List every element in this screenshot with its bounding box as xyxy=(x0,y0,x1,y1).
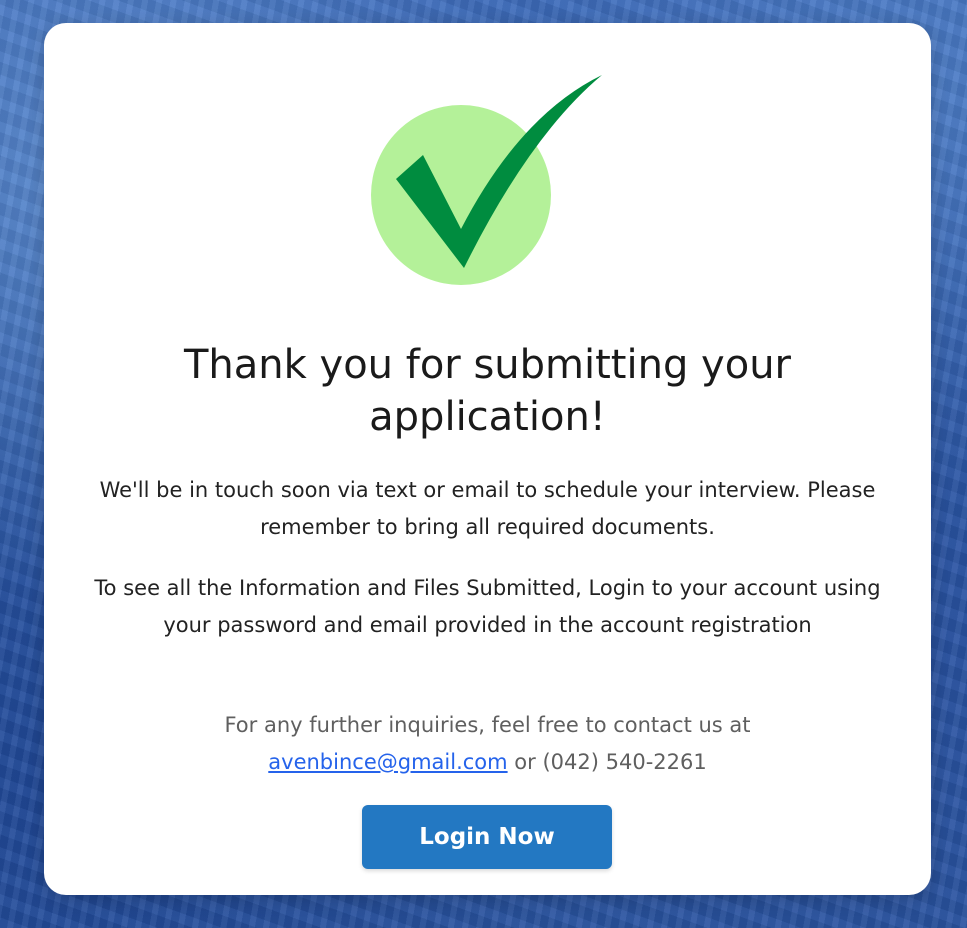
page-title: Thank you for submitting your applicatio… xyxy=(184,342,791,440)
login-instructions: To see all the Information and Files Sub… xyxy=(94,576,881,637)
interview-message: We'll be in touch soon via text or email… xyxy=(99,478,876,539)
checkmark-icon xyxy=(371,75,602,285)
contact-prefix: For any further inquiries, feel free to … xyxy=(224,713,751,737)
contact-email-link[interactable]: avenbince@gmail.com xyxy=(268,750,507,774)
login-now-button[interactable]: Login Now xyxy=(362,805,612,869)
contact-phone: (042) 540-2261 xyxy=(542,750,707,774)
contact-info: For any further inquiries, feel free to … xyxy=(44,707,931,781)
contact-joiner: or xyxy=(514,750,536,774)
confirmation-card: Thank you for submitting your applicatio… xyxy=(44,23,931,895)
